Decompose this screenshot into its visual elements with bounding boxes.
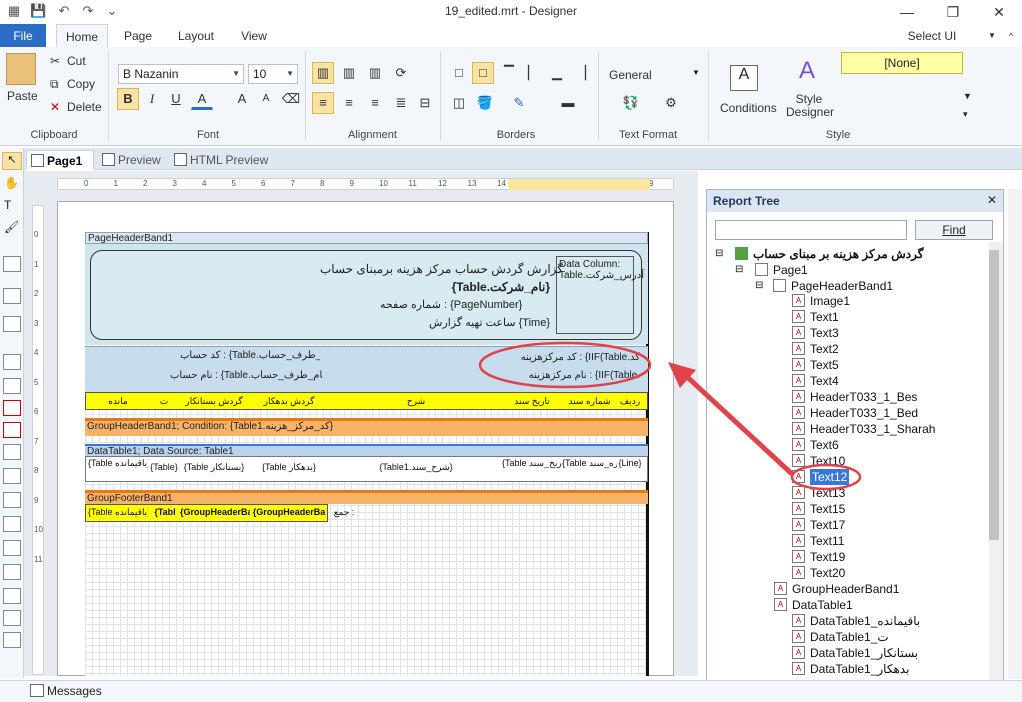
highlight-ellipse [790,463,862,491]
messages-tab[interactable]: Messages [47,684,102,698]
right-scrollbar[interactable] [1008,189,1022,679]
status-bar: Messages [0,680,1022,702]
arrow-line [682,372,794,476]
messages-icon [30,684,44,697]
annotation-overlay [478,341,862,491]
highlight-ellipse [478,341,652,389]
